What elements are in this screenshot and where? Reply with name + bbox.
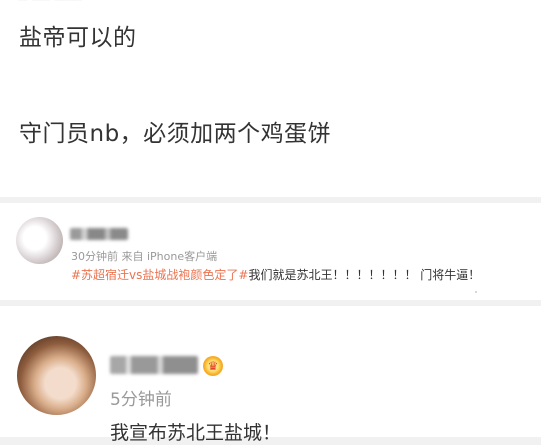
cut-off-text: ━ ━━ ━━━ [18, 0, 168, 8]
crown-badge-icon: ♛ [203, 356, 223, 376]
username-blurred[interactable] [110, 356, 198, 374]
post-card: ━ ━━ ━━━ 盐帝可以的 守门员nb，必须加两个鸡蛋饼 [0, 0, 541, 197]
post-text-line-2: 守门员nb，必须加两个鸡蛋饼 [19, 121, 332, 147]
avatar[interactable] [17, 336, 96, 415]
comment-meta: 30分钟前 来自 iPhone客户端 [71, 248, 217, 264]
avatar[interactable] [16, 217, 63, 264]
topic-link[interactable]: #苏超宿迁vs盐城战袍颜色定了# [71, 268, 248, 282]
comment-body: 我们就是苏北王！！！！！！！ 门将牛逼！ [248, 268, 481, 282]
comment-source: 来自 iPhone客户端 [121, 250, 218, 263]
post-text-line-1: 盐帝可以的 [19, 25, 137, 51]
comment-time: 5分钟前 [110, 390, 172, 410]
more-icon[interactable] [475, 291, 477, 293]
comment-time: 30分钟前 [71, 250, 118, 263]
comment-body: 我宣布苏北王盐城！ [110, 422, 282, 444]
comment-text: #苏超宿迁vs盐城战袍颜色定了#我们就是苏北王！！！！！！！ 门将牛逼！ [71, 266, 480, 283]
username-blurred[interactable] [70, 228, 128, 240]
